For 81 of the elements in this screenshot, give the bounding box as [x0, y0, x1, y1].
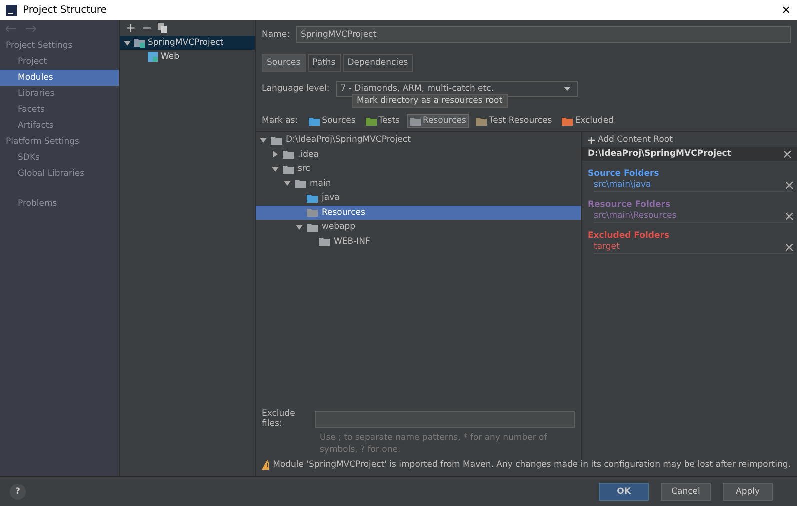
section-heading: Platform Settings: [5, 136, 80, 149]
close-icon[interactable]: [786, 212, 793, 220]
add-content-root-link[interactable]: Add Content Root: [598, 135, 673, 145]
close-button[interactable]: ✕: [782, 4, 791, 16]
folder-icon: [271, 136, 282, 145]
tree-node[interactable]: D:\IdeaProj\SpringMVCProject: [256, 133, 581, 148]
mark-as-button[interactable]: Tests: [362, 114, 403, 128]
sidebar-item[interactable]: Facets: [0, 102, 119, 118]
tree-node[interactable]: webapp: [256, 220, 581, 234]
mark-as-label: Mark as:: [262, 116, 298, 126]
folder-section-title: Resource Folders: [587, 199, 672, 210]
tooltip: Mark directory as a resources root: [352, 94, 508, 108]
sidebar-item[interactable]: Project: [0, 54, 119, 70]
mark-as-button[interactable]: Sources: [306, 114, 359, 128]
app-icon: [6, 4, 17, 16]
close-icon[interactable]: [786, 244, 793, 250]
copy-icon[interactable]: [158, 23, 168, 33]
folder-icon: [283, 150, 294, 160]
collapse-arrow-icon[interactable]: [272, 151, 279, 158]
folder-icon: [319, 237, 330, 246]
folder-path: target: [594, 242, 620, 252]
name-field[interactable]: SpringMVCProject: [296, 26, 791, 43]
warning-icon: [262, 460, 270, 470]
expand-arrow-icon[interactable]: [296, 224, 303, 231]
window-title: Project Structure: [23, 4, 108, 16]
tree-node[interactable]: WEB-INF: [256, 234, 581, 249]
folder-icon: [309, 116, 320, 126]
mark-as-button[interactable]: Resources: [406, 114, 470, 128]
tab[interactable]: Paths: [308, 54, 341, 72]
folder-section-title: Source Folders: [587, 168, 660, 179]
folder-path: src\main\Resources: [594, 211, 677, 221]
folder-icon: [307, 208, 318, 218]
module-node[interactable]: SpringMVCProject: [120, 36, 255, 50]
folder-icon: [307, 194, 318, 203]
mark-as-button[interactable]: Excluded: [559, 114, 617, 128]
dropdown-arrow-icon: [564, 87, 571, 91]
add-button[interactable]: +: [126, 22, 136, 34]
tree-node[interactable]: Resources: [256, 206, 581, 220]
folder-icon: [410, 116, 421, 126]
folder-icon: [366, 116, 377, 126]
dialog-button[interactable]: Cancel: [661, 482, 711, 500]
sidebar-item[interactable]: Modules: [0, 70, 119, 86]
close-icon[interactable]: [784, 150, 791, 158]
expand-arrow-icon[interactable]: [124, 40, 131, 46]
web-facet-icon: [148, 52, 158, 62]
sidebar-item[interactable]: Artifacts: [0, 118, 119, 134]
sidebar-item[interactable]: Libraries: [0, 86, 119, 102]
tree-node[interactable]: src: [256, 162, 581, 176]
tab[interactable]: Sources: [262, 54, 306, 72]
help-button[interactable]: ?: [10, 484, 26, 500]
sidebar-item[interactable]: SDKs: [0, 150, 119, 166]
hint-text: Use ; to separate name patterns, * for any number of symbols, ? for one.: [320, 432, 548, 456]
facet-node[interactable]: Web: [120, 50, 255, 64]
tree-node[interactable]: java: [256, 191, 581, 206]
sidebar-item[interactable]: Problems: [0, 196, 119, 212]
close-icon[interactable]: [786, 182, 793, 188]
dialog-button[interactable]: Apply: [723, 482, 773, 500]
sidebar-item[interactable]: Global Libraries: [0, 166, 119, 182]
section-heading: Project Settings: [5, 40, 74, 53]
exclude-files-label: Exclude files:: [262, 409, 296, 429]
tree-node[interactable]: main: [256, 176, 581, 191]
plus-icon[interactable]: [588, 136, 595, 144]
dialog-button[interactable]: OK: [599, 482, 649, 500]
expand-arrow-icon[interactable]: [260, 136, 267, 144]
folder-icon: [476, 116, 488, 126]
name-label: Name:: [262, 30, 290, 40]
exclude-files-field[interactable]: [315, 410, 575, 428]
folder-path: src\main\java: [594, 180, 652, 190]
module-icon: [134, 38, 145, 48]
folder-icon: [295, 179, 306, 188]
folder-icon: [283, 164, 294, 174]
folder-icon: [562, 116, 574, 126]
folder-section-title: Excluded Folders: [587, 230, 671, 241]
mark-as-button[interactable]: Test Resources: [473, 114, 556, 128]
content-root-path: D:\IdeaProj\SpringMVCProject: [588, 149, 732, 159]
tab[interactable]: Dependencies: [342, 54, 414, 72]
tree-node[interactable]: .idea: [256, 148, 581, 162]
language-level-label: Language level:: [262, 84, 330, 94]
folder-icon: [307, 222, 318, 232]
remove-button[interactable]: −: [142, 22, 152, 34]
warning-message: Module 'SpringMVCProject' is imported from Maven. Any changes made in its configuration may be lost after reimporting.: [273, 460, 791, 470]
